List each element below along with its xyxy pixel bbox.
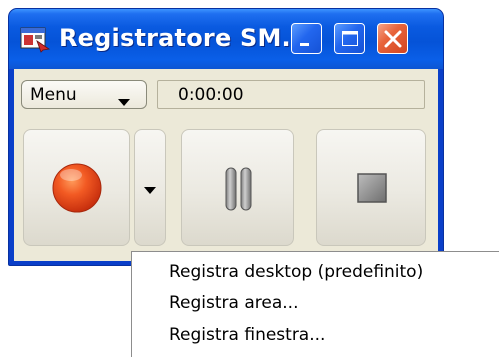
menu-item-record-area[interactable]: Registra area...	[169, 293, 298, 313]
record-button[interactable]	[23, 129, 130, 246]
menu-item-record-window[interactable]: Registra finestra...	[169, 325, 325, 345]
pause-button[interactable]	[181, 129, 294, 246]
window-client-area: Menu 0:00:00	[14, 69, 438, 261]
minimize-button[interactable]	[291, 23, 322, 54]
title-bar[interactable]: Registratore SM...	[9, 9, 443, 69]
chevron-down-icon	[118, 92, 130, 111]
elapsed-time-display: 0:00:00	[157, 80, 425, 109]
screen: Registratore SM... Menu 0:00:00 Registra…	[0, 0, 499, 357]
menu-item-record-desktop[interactable]: Registra desktop (predefinito)	[169, 262, 423, 282]
close-button[interactable]	[377, 23, 408, 54]
maximize-icon	[342, 31, 358, 46]
pause-icon	[225, 167, 252, 211]
maximize-button[interactable]	[334, 23, 365, 54]
recorder-window: Registratore SM... Menu 0:00:00	[8, 8, 444, 266]
recorder-app-icon	[19, 25, 51, 53]
caret-down-icon	[144, 187, 156, 194]
menu-dropdown-label: Menu	[30, 85, 77, 105]
menu-dropdown[interactable]: Menu	[21, 80, 147, 109]
stop-icon	[357, 173, 387, 203]
stop-button[interactable]	[316, 129, 426, 246]
record-options-button[interactable]	[134, 129, 166, 246]
record-icon	[52, 163, 102, 213]
minimize-icon	[300, 43, 309, 46]
elapsed-time: 0:00:00	[178, 85, 244, 105]
record-mode-menu: Registra desktop (predefinito) Registra …	[131, 251, 499, 357]
window-title: Registratore SM...	[59, 24, 310, 52]
close-icon	[384, 30, 402, 48]
